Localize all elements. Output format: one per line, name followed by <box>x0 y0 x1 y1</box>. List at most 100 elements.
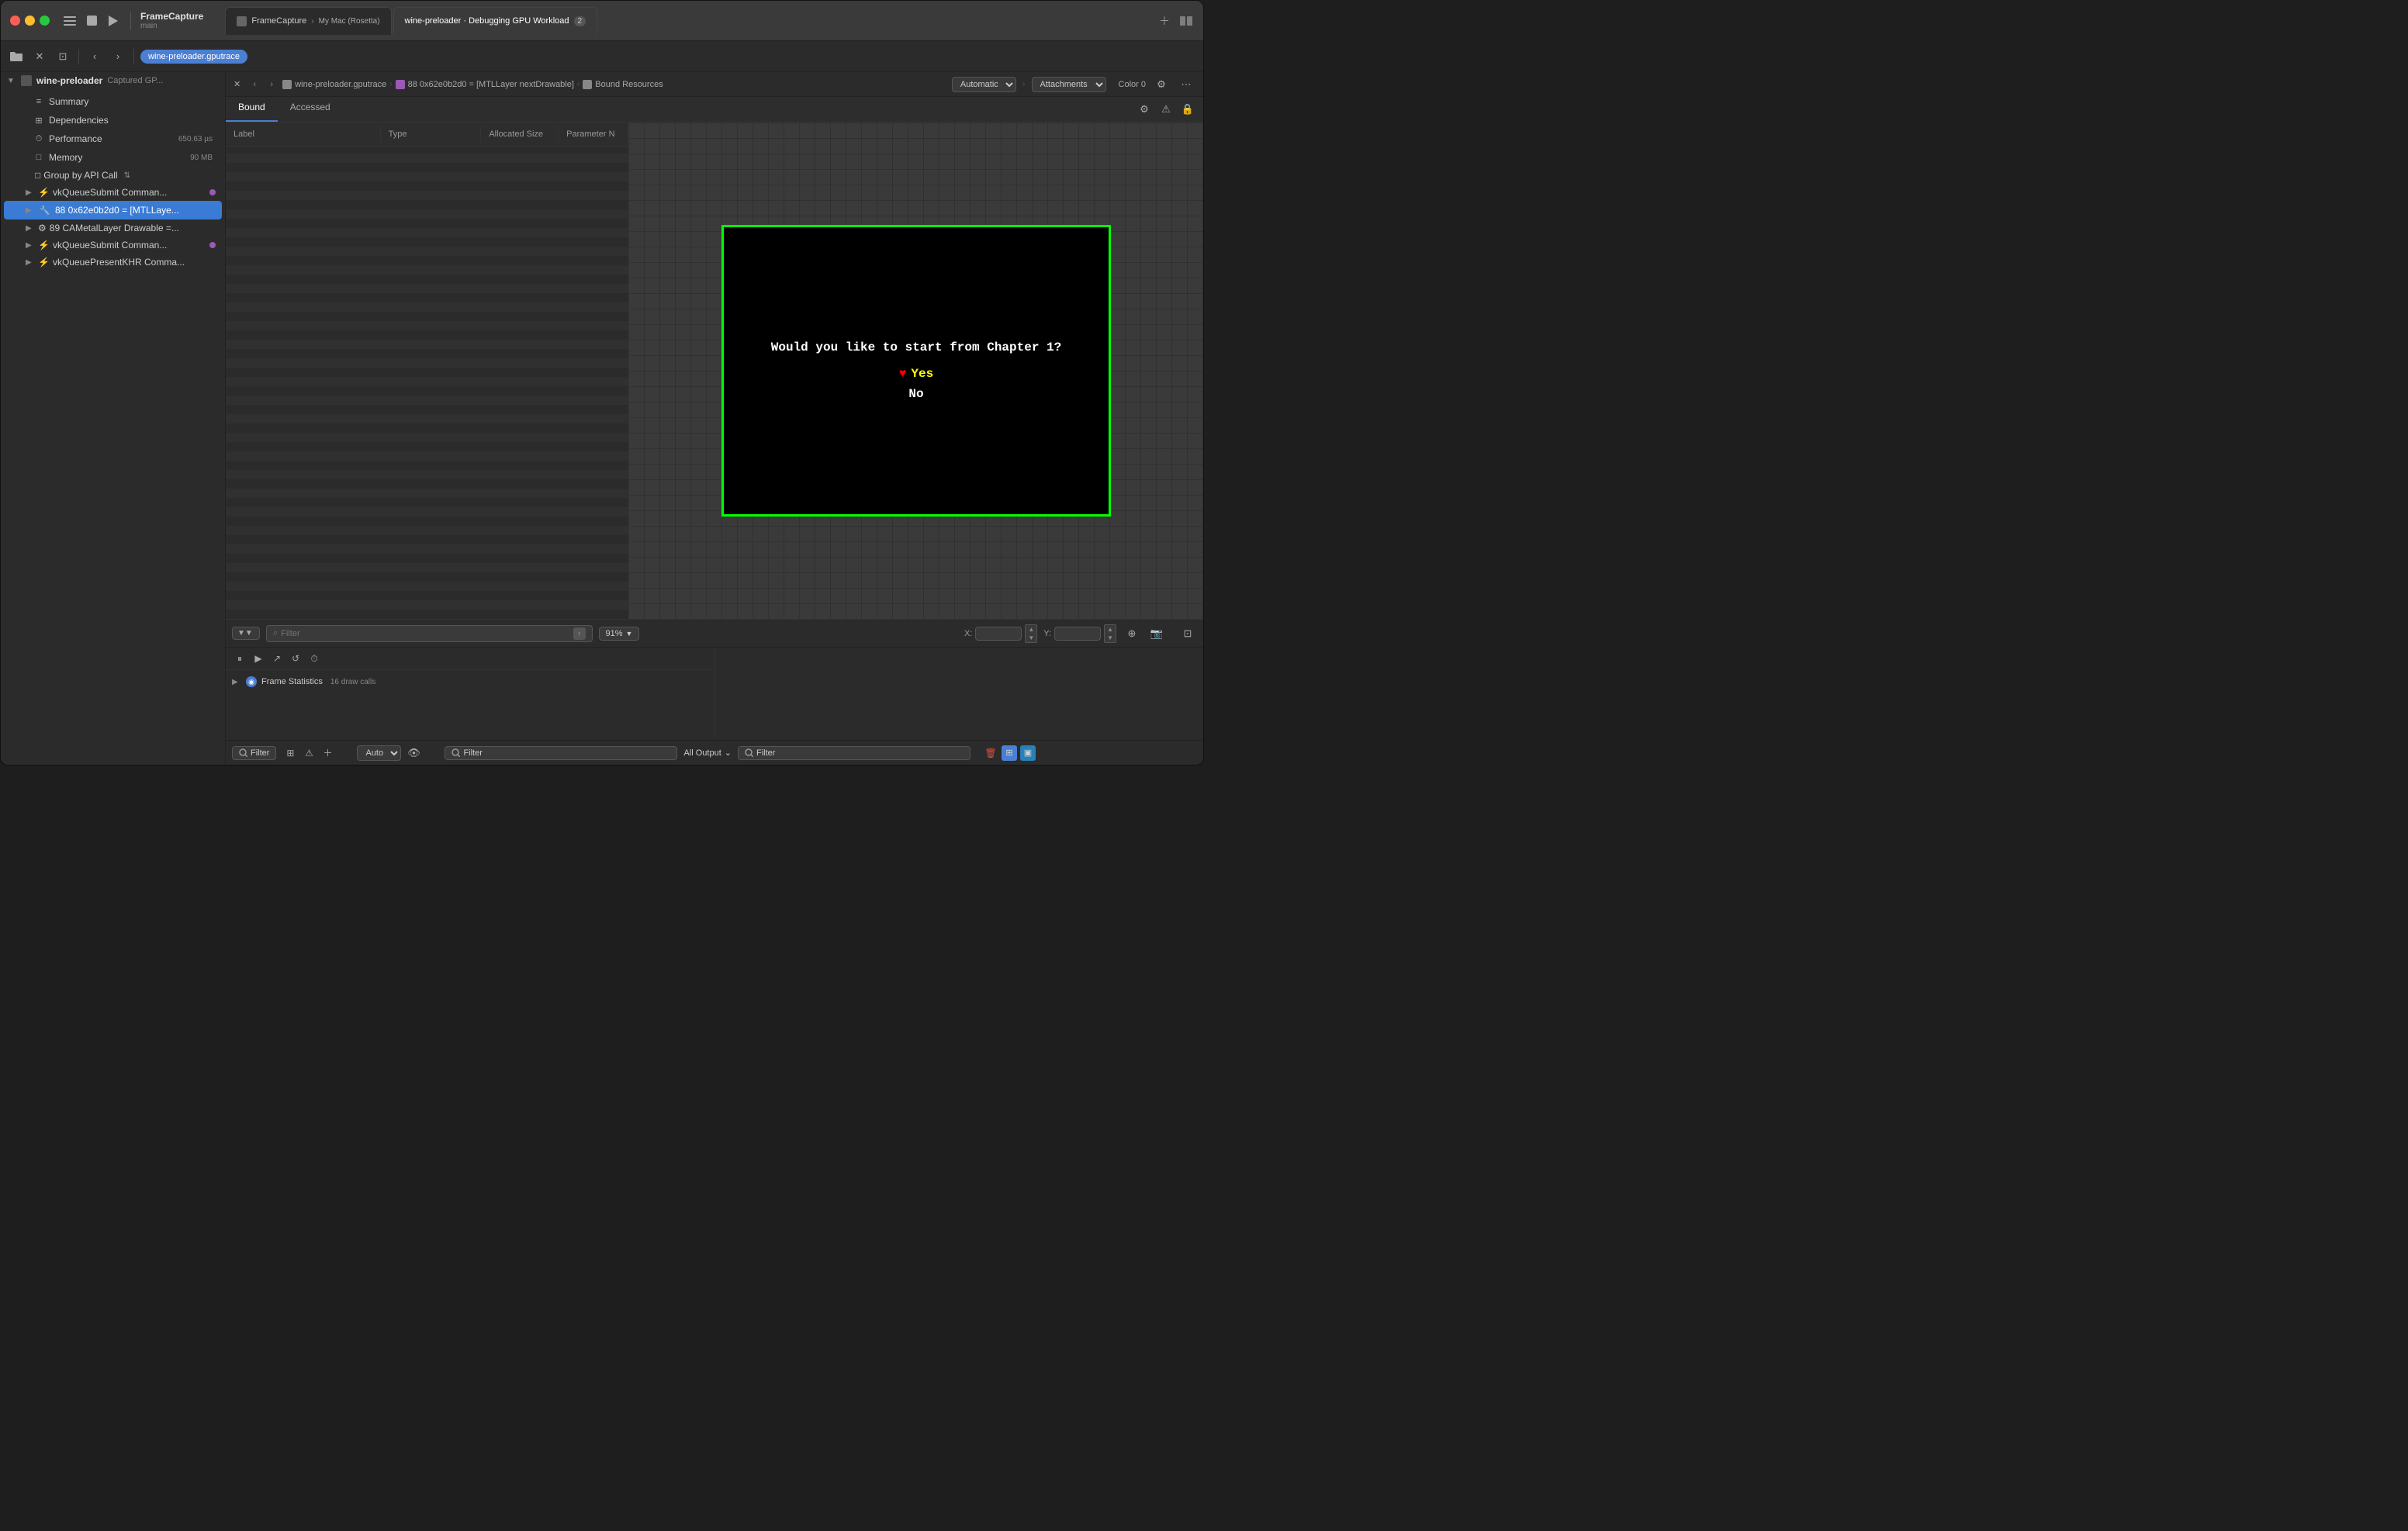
warning-icon[interactable]: ⚙ <box>1135 100 1154 119</box>
back-button[interactable]: ‹ <box>85 47 104 66</box>
lock-icon[interactable]: 🔒 <box>1178 100 1197 119</box>
bottom-panels: ⏸ ▶ ↗ ↺ ⏱ ▶ ◉ Frame Statistics 16 draw c… <box>226 647 1203 740</box>
frame-stats-chevron: ▶ <box>232 678 241 686</box>
table-section: Label Type Allocated Size Parameter N <box>226 123 629 619</box>
stop-button[interactable] <box>84 13 99 29</box>
col-header-size[interactable]: Allocated Size <box>481 126 559 143</box>
add-tab-button[interactable]: ＋ <box>1157 13 1172 29</box>
breadcrumb-back-button[interactable]: ‹ <box>247 77 262 92</box>
sidebar-item-mtllayer[interactable]: ▶ 🔧 88 0x62e0b2d0 = [MTLLaye... <box>4 201 222 219</box>
tab-accessed[interactable]: Accessed <box>278 97 343 122</box>
sidebar-item-memory[interactable]: □ Memory 90 MB <box>4 148 222 167</box>
sidebar-item-cametal[interactable]: ▶ ⚙ 89 CAMetalLayer Drawable =... <box>4 219 222 237</box>
y-stepper[interactable]: ▲ ▼ <box>1104 624 1116 643</box>
sidebar-root-item[interactable]: ▼ wine-preloader Captured GP... <box>1 72 225 89</box>
active-file-tab[interactable]: wine-preloader.gputrace <box>140 50 247 64</box>
folder-button[interactable] <box>7 47 26 66</box>
breadcrumb-1[interactable]: wine-preloader.gputrace <box>282 80 386 89</box>
status-warning-button[interactable]: ⚠ <box>301 745 317 761</box>
sidebar-root-label: wine-preloader <box>36 75 102 86</box>
sidebar-item-vkpresent[interactable]: ▶ ⚡ vkQueuePresentKHR Comma... <box>4 254 222 271</box>
tab-framecapture-sub: › <box>311 17 313 26</box>
tab-wine-debug-badge: 2 <box>574 16 586 26</box>
tab-bound[interactable]: Bound <box>226 97 278 122</box>
minimize-button[interactable] <box>25 16 35 26</box>
attachments-select[interactable]: Attachments <box>1032 77 1106 92</box>
table-body <box>226 147 628 619</box>
sidebar-item-group-api[interactable]: □ Group by API Call ⇅ <box>4 167 222 184</box>
tab-framecapture[interactable]: FrameCapture › My Mac (Rosetta) <box>225 7 391 35</box>
sidebar-toggle-button[interactable] <box>62 13 78 29</box>
bottom-toolbar: ▼▼ ⌕ ↑ 91% ▼ X: ▲ ▼ <box>226 619 1203 647</box>
status-blue-button[interactable]: ⊞ <box>1002 745 1017 761</box>
settings-icon[interactable]: ⚠ <box>1157 100 1175 119</box>
x-coord-control: X: ▲ ▼ <box>964 624 1037 643</box>
breadcrumb-bar: ✕ ‹ › wine-preloader.gputrace › 88 0x62e… <box>226 72 1203 97</box>
tab-wine-debug[interactable]: wine-preloader · Debugging GPU Workload … <box>393 7 598 35</box>
filter-container: ⌕ ↑ <box>266 625 593 642</box>
preview-toggle-button[interactable]: ⊡ <box>1178 624 1197 643</box>
x-stepper[interactable]: ▲ ▼ <box>1025 624 1037 643</box>
breadcrumb-forward-button[interactable]: › <box>264 77 279 92</box>
capture-button[interactable]: 📷 <box>1147 624 1166 643</box>
filter-clear-button[interactable]: ↑ <box>573 627 586 640</box>
forward-button[interactable]: › <box>109 47 127 66</box>
breadcrumb-more-button[interactable]: ⋯ <box>1177 75 1195 94</box>
sidebar-item-vkqueue2[interactable]: ▶ ⚡ vkQueueSubmit Comman... <box>4 237 222 254</box>
close-tab-button[interactable]: ✕ <box>30 47 49 66</box>
close-button[interactable] <box>10 16 20 26</box>
breadcrumb-2[interactable]: 88 0x62e0b2d0 = [MTLLayer nextDrawable] <box>396 80 574 89</box>
status-delete-button[interactable]: 🗑 <box>983 745 998 761</box>
bp-pause-button[interactable]: ⏸ <box>232 651 247 666</box>
crosshair-button[interactable]: ⊕ <box>1123 624 1141 643</box>
maximize-button[interactable] <box>40 16 50 26</box>
zoom-chevron-icon: ▼ <box>626 630 633 638</box>
zoom-control[interactable]: 91% ▼ <box>599 627 640 641</box>
sidebar-item-dependencies[interactable]: ⊞ Dependencies <box>4 111 222 130</box>
bp-play-button[interactable]: ▶ <box>251 651 266 666</box>
status-align-button[interactable]: ⊞ <box>282 745 298 761</box>
status-filter-center[interactable]: Filter <box>445 746 677 760</box>
table-header: Label Type Allocated Size Parameter N <box>226 123 628 147</box>
col-header-param[interactable]: Parameter N <box>559 126 628 143</box>
bp-step-button[interactable]: ↗ <box>269 651 285 666</box>
y-stepper-down[interactable]: ▼ <box>1105 634 1116 642</box>
split-button[interactable]: ⊡ <box>54 47 72 66</box>
filter-options-button[interactable]: ▼▼ <box>232 627 260 640</box>
sidebar: ▼ wine-preloader Captured GP... ≡ Summar… <box>1 72 226 765</box>
status-filter-label: Filter <box>251 748 269 758</box>
automatic-select[interactable]: Automatic <box>952 77 1016 92</box>
x-input[interactable] <box>975 627 1022 641</box>
y-input[interactable] <box>1054 627 1101 641</box>
auto-select[interactable]: Auto <box>357 745 401 761</box>
filter-input-field[interactable] <box>281 629 569 638</box>
sidebar-item-summary[interactable]: ≡ Summary <box>4 92 222 111</box>
sidebar-item-performance[interactable]: ⏱ Performance 650.63 µs <box>4 130 222 148</box>
col-header-type[interactable]: Type <box>381 126 482 143</box>
mtl-label: 88 0x62e0b2d0 = [MTLLaye... <box>55 205 179 216</box>
eye-button[interactable]: 👁 <box>404 744 423 762</box>
x-stepper-down[interactable]: ▼ <box>1026 634 1036 642</box>
breadcrumb-right: Automatic › Attachments Color 0 ⚙ ⋯ <box>952 75 1195 94</box>
status-filter-right[interactable]: Filter <box>738 746 970 760</box>
cametal-icon: ⚙ <box>38 223 47 233</box>
panel-toggle-button[interactable] <box>1178 13 1194 29</box>
col-header-label[interactable]: Label <box>226 126 381 143</box>
all-output-control[interactable]: All Output ⌄ <box>683 748 732 758</box>
breadcrumb-3[interactable]: Bound Resources <box>583 80 663 89</box>
titlebar-actions: ＋ <box>1157 13 1194 29</box>
sidebar-item-vkqueue1[interactable]: ▶ ⚡ vkQueueSubmit Comman... <box>4 184 222 201</box>
play-button[interactable] <box>106 13 121 29</box>
status-add-button[interactable]: ＋ <box>320 745 335 761</box>
x-label: X: <box>964 629 972 638</box>
x-stepper-up[interactable]: ▲ <box>1026 625 1036 634</box>
y-stepper-up[interactable]: ▲ <box>1105 625 1116 634</box>
bp-clock-button[interactable]: ⏱ <box>306 651 322 666</box>
status-panel-button[interactable]: ▣ <box>1020 745 1036 761</box>
bp-refresh-button[interactable]: ↺ <box>288 651 303 666</box>
breadcrumb-close[interactable]: ✕ <box>234 79 240 89</box>
status-filter-left[interactable]: Filter <box>232 746 276 760</box>
cametal-chevron: ▶ <box>26 224 35 233</box>
breadcrumb-settings-button[interactable]: ⚙ <box>1152 75 1171 94</box>
frame-stats-row[interactable]: ▶ ◉ Frame Statistics 16 draw calls <box>226 673 714 690</box>
